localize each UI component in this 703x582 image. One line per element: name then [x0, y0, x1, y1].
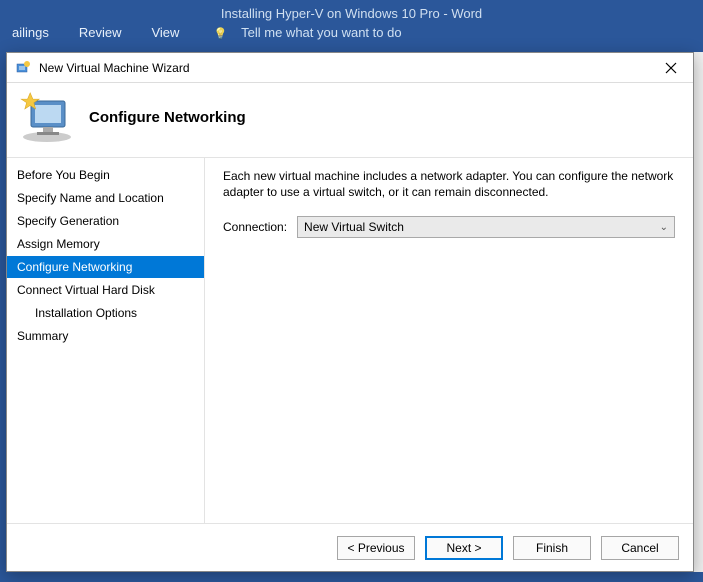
wizard-hero-icon	[17, 91, 77, 143]
wizard-heading: Configure Networking	[89, 109, 246, 126]
cancel-button[interactable]: Cancel	[601, 536, 679, 560]
dialog-header: Configure Networking	[7, 83, 693, 158]
panel-description: Each new virtual machine includes a netw…	[223, 168, 675, 200]
background-scrollbar	[693, 52, 703, 572]
step-assign-memory[interactable]: Assign Memory	[7, 233, 204, 255]
connection-field-row: Connection: New Virtual Switch ⌄	[223, 216, 675, 238]
step-summary[interactable]: Summary	[7, 325, 204, 347]
step-specify-generation[interactable]: Specify Generation	[7, 210, 204, 232]
close-icon	[665, 62, 677, 74]
step-connect-vhd[interactable]: Connect Virtual Hard Disk	[7, 279, 204, 301]
finish-button[interactable]: Finish	[513, 536, 591, 560]
connection-label: Connection:	[223, 220, 287, 234]
word-ribbon-tabs: ailings Review View Tell me what you wan…	[0, 13, 410, 52]
ribbon-tellme[interactable]: Tell me what you want to do	[205, 13, 409, 52]
next-button[interactable]: Next >	[425, 536, 503, 560]
lightbulb-icon	[209, 19, 231, 46]
chevron-down-icon: ⌄	[660, 222, 668, 233]
wizard-main-panel: Each new virtual machine includes a netw…	[205, 158, 693, 523]
wizard-steps-sidebar: Before You Begin Specify Name and Locati…	[7, 158, 205, 523]
wizard-button-bar: < Previous Next > Finish Cancel	[7, 523, 693, 571]
step-installation-options[interactable]: Installation Options	[7, 302, 204, 324]
ribbon-tab-review[interactable]: Review	[75, 19, 126, 46]
step-specify-name[interactable]: Specify Name and Location	[7, 187, 204, 209]
ribbon-tellme-label: Tell me what you want to do	[237, 19, 405, 46]
previous-button[interactable]: < Previous	[337, 536, 415, 560]
step-before-you-begin[interactable]: Before You Begin	[7, 164, 204, 186]
word-app-header: Installing Hyper-V on Windows 10 Pro - W…	[0, 0, 703, 52]
connection-dropdown[interactable]: New Virtual Switch ⌄	[297, 216, 675, 238]
wizard-dialog: New Virtual Machine Wizard Configure Net…	[6, 52, 694, 572]
wizard-app-icon	[15, 60, 31, 76]
ribbon-tab-view[interactable]: View	[147, 19, 183, 46]
ribbon-tab-mailings[interactable]: ailings	[8, 19, 53, 46]
connection-selected-value: New Virtual Switch	[304, 220, 404, 234]
dialog-titlebar: New Virtual Machine Wizard	[7, 53, 693, 83]
close-button[interactable]	[657, 57, 685, 79]
dialog-title: New Virtual Machine Wizard	[39, 61, 657, 75]
dialog-content: Before You Begin Specify Name and Locati…	[7, 158, 693, 523]
step-configure-networking[interactable]: Configure Networking	[7, 256, 204, 278]
